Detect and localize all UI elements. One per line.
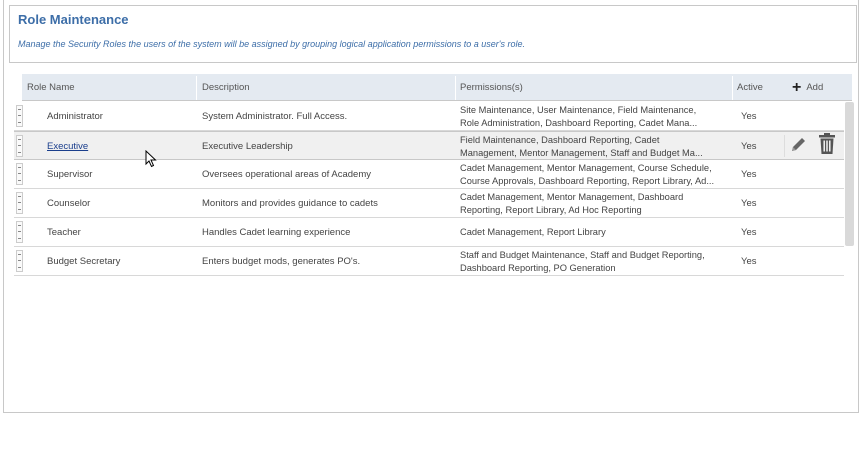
role-description: Handles Cadet learning experience bbox=[202, 227, 351, 238]
column-header-description[interactable]: Description bbox=[197, 74, 250, 101]
mouse-pointer-icon bbox=[145, 149, 157, 173]
role-description: Monitors and provides guidance to cadets bbox=[202, 198, 378, 209]
role-name-link[interactable]: Executive bbox=[47, 132, 88, 161]
trash-icon[interactable] bbox=[818, 132, 836, 160]
table-row[interactable]: Counselor Monitors and provides guidance… bbox=[14, 189, 844, 218]
table-row[interactable]: Teacher Handles Cadet learning experienc… bbox=[14, 218, 844, 247]
permissions-line: Cadet Management, Mentor Management, Das… bbox=[460, 192, 684, 202]
role-description: Oversees operational areas of Academy bbox=[202, 169, 371, 180]
role-active: Yes bbox=[741, 227, 757, 238]
table-row[interactable]: Administrator System Administrator. Full… bbox=[14, 102, 844, 131]
column-header-active[interactable]: Active bbox=[732, 74, 763, 101]
permissions-line: Course Approvals, Dashboard Reporting, R… bbox=[460, 176, 715, 186]
page-header: Role Maintenance Manage the Security Rol… bbox=[9, 5, 857, 63]
column-header-permissions[interactable]: Permissions(s) bbox=[455, 74, 523, 101]
grid-header: Role Name Description Permissions(s) Act… bbox=[22, 74, 852, 101]
role-description: Enters budget mods, generates PO's. bbox=[202, 256, 361, 267]
table-row-selected[interactable]: Executive Executive Leadership Field Mai… bbox=[14, 131, 844, 160]
role-permissions: Field Maintenance, Dashboard Reporting, … bbox=[460, 134, 732, 160]
role-permissions: Staff and Budget Maintenance, Staff and … bbox=[460, 249, 732, 275]
role-name: Administrator bbox=[47, 111, 103, 122]
table-row[interactable]: Supervisor Oversees operational areas of… bbox=[14, 160, 844, 189]
drag-handle-icon[interactable] bbox=[16, 163, 23, 185]
drag-handle-icon[interactable] bbox=[16, 250, 23, 272]
role-permissions: Site Maintenance, User Maintenance, Fiel… bbox=[460, 104, 732, 130]
role-active: Yes bbox=[741, 111, 757, 122]
pencil-icon[interactable] bbox=[789, 134, 809, 159]
row-actions bbox=[784, 132, 840, 160]
permissions-line: Cadet Management, Report Library bbox=[460, 227, 606, 237]
role-permissions: Cadet Management, Mentor Management, Das… bbox=[460, 191, 732, 217]
page-title: Role Maintenance bbox=[18, 12, 129, 27]
permissions-line: Field Maintenance, Dashboard Reporting, … bbox=[460, 135, 660, 145]
drag-handle-icon[interactable] bbox=[16, 135, 23, 157]
permissions-line: Management, Mentor Management, Staff and… bbox=[460, 148, 703, 158]
drag-handle-icon[interactable] bbox=[16, 105, 23, 127]
drag-handle-icon[interactable] bbox=[16, 221, 23, 243]
role-active: Yes bbox=[741, 256, 757, 267]
permissions-line: Cadet Management, Mentor Management, Cou… bbox=[460, 163, 712, 173]
permissions-line: Role Administration, Dashboard Reporting… bbox=[460, 118, 698, 128]
role-name: Counselor bbox=[47, 198, 91, 209]
role-active: Yes bbox=[741, 141, 757, 152]
plus-icon: + bbox=[792, 78, 802, 96]
role-name: Teacher bbox=[47, 227, 81, 238]
permissions-line: Staff and Budget Maintenance, Staff and … bbox=[460, 250, 705, 260]
role-active: Yes bbox=[741, 198, 757, 209]
add-label: Add bbox=[806, 82, 824, 93]
permissions-line: Dashboard Reporting, PO Generation bbox=[460, 263, 616, 273]
page-description: Manage the Security Roles the users of t… bbox=[18, 39, 525, 49]
role-name: Budget Secretary bbox=[47, 256, 121, 267]
permissions-line: Site Maintenance, User Maintenance, Fiel… bbox=[460, 105, 697, 115]
permissions-line: Reporting, Report Library, Ad Hoc Report… bbox=[460, 205, 642, 215]
drag-handle-icon[interactable] bbox=[16, 192, 23, 214]
role-name: Supervisor bbox=[47, 169, 93, 180]
column-header-role-name[interactable]: Role Name bbox=[22, 74, 75, 101]
vertical-scrollbar[interactable] bbox=[845, 102, 854, 246]
role-description: Executive Leadership bbox=[202, 141, 293, 152]
role-permissions: Cadet Management, Mentor Management, Cou… bbox=[460, 162, 732, 188]
role-active: Yes bbox=[741, 169, 757, 180]
role-permissions: Cadet Management, Report Library bbox=[460, 226, 732, 239]
table-row[interactable]: Budget Secretary Enters budget mods, gen… bbox=[14, 247, 844, 276]
role-description: System Administrator. Full Access. bbox=[202, 111, 348, 122]
add-role-button[interactable]: + Add bbox=[792, 74, 823, 101]
